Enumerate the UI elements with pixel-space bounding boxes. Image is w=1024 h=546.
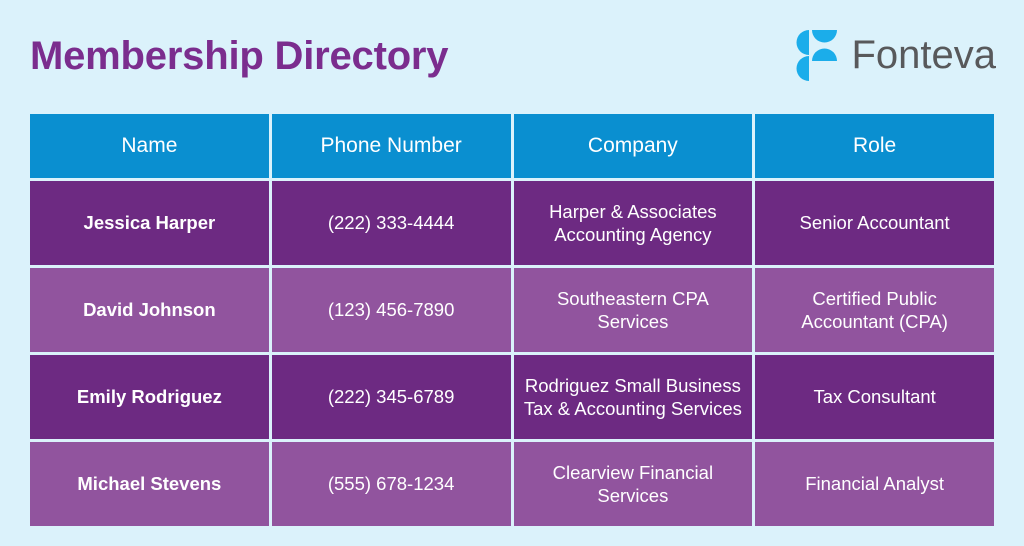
cell-name: Michael Stevens	[30, 442, 269, 526]
cell-name: Emily Rodriguez	[30, 355, 269, 439]
cell-phone: (555) 678-1234	[271, 442, 511, 526]
column-header-company[interactable]: Company	[513, 114, 753, 178]
cell-company: Rodriguez Small Business Tax & Accountin…	[513, 355, 753, 439]
page-header: Membership Directory Fonteva	[0, 0, 1024, 108]
cell-phone: (123) 456-7890	[271, 268, 511, 352]
column-header-role[interactable]: Role	[755, 114, 994, 178]
column-header-name[interactable]: Name	[30, 114, 269, 178]
membership-directory-page: Membership Directory Fonteva Name Phone …	[0, 0, 1024, 546]
cell-company: Southeastern CPA Services	[513, 268, 753, 352]
table-header: Name Phone Number Company Role	[30, 114, 994, 178]
cell-role: Senior Accountant	[755, 181, 994, 265]
cell-name: Jessica Harper	[30, 181, 269, 265]
cell-role: Tax Consultant	[755, 355, 994, 439]
table-header-row: Name Phone Number Company Role	[30, 114, 994, 178]
table-body: Jessica Harper (222) 333-4444 Harper & A…	[30, 181, 994, 526]
fonteva-f-mark-icon	[796, 30, 838, 81]
column-header-phone-number[interactable]: Phone Number	[271, 114, 511, 178]
cell-company: Clearview Financial Services	[513, 442, 753, 526]
cell-company: Harper & Associates Accounting Agency	[513, 181, 753, 265]
cell-phone: (222) 345-6789	[271, 355, 511, 439]
table-row: Emily Rodriguez (222) 345-6789 Rodriguez…	[30, 355, 994, 439]
page-title: Membership Directory	[30, 34, 449, 78]
cell-phone: (222) 333-4444	[271, 181, 511, 265]
cell-role: Financial Analyst	[755, 442, 994, 526]
table-row: David Johnson (123) 456-7890 Southeaster…	[30, 268, 994, 352]
fonteva-logo: Fonteva	[791, 27, 996, 81]
fonteva-wordmark: Fonteva	[851, 33, 996, 77]
membership-directory-table: Name Phone Number Company Role Jessica H…	[27, 111, 997, 529]
cell-name: David Johnson	[30, 268, 269, 352]
cell-role: Certified Public Accountant (CPA)	[755, 268, 994, 352]
table-row: Michael Stevens (555) 678-1234 Clearview…	[30, 442, 994, 526]
table-row: Jessica Harper (222) 333-4444 Harper & A…	[30, 181, 994, 265]
